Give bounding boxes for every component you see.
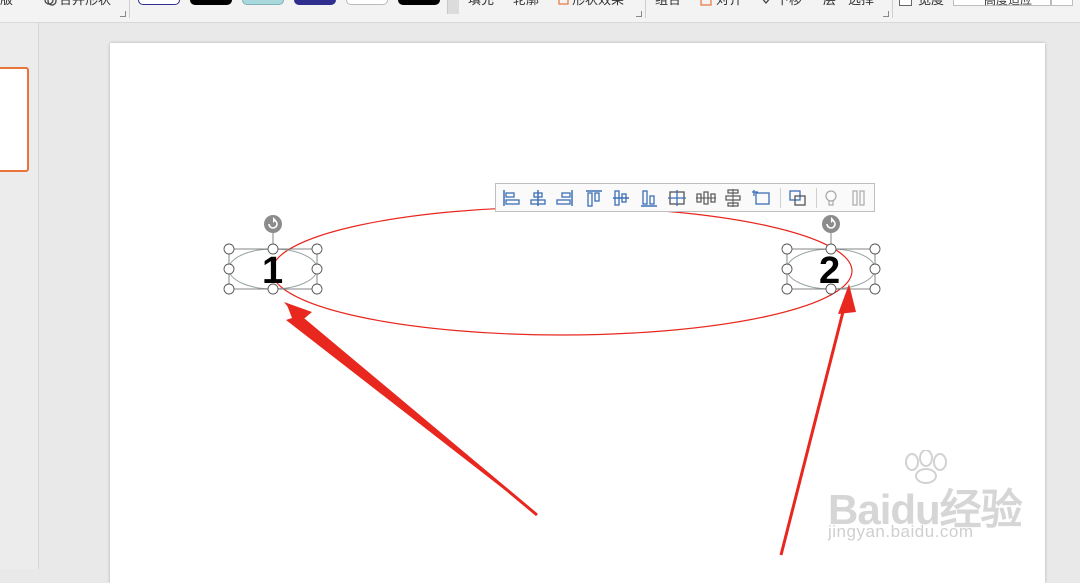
align-bottom-icon[interactable]	[637, 187, 661, 209]
align-left-icon[interactable]	[499, 187, 523, 209]
toolbar-divider	[816, 188, 817, 208]
shape-2-rotate-handle[interactable]	[822, 215, 840, 233]
align-to-slide-icon[interactable]	[750, 187, 774, 209]
align-middle-icon[interactable]	[609, 187, 633, 209]
bulb-icon[interactable]	[819, 187, 843, 209]
floating-align-toolbar	[495, 183, 875, 212]
align-top-icon[interactable]	[582, 187, 606, 209]
distribute-vertical-icon[interactable]	[721, 187, 745, 209]
collapse-icon[interactable]	[847, 187, 871, 209]
toolbar-divider	[780, 188, 781, 208]
shape-1-rotate-handle[interactable]	[264, 215, 282, 233]
watermark-url: jingyan.baidu.com	[828, 522, 974, 541]
baidu-watermark: Baidu经验 jingyan.baidu.com	[828, 450, 1028, 550]
shape-1-label: 1	[262, 250, 284, 292]
shape-2-label: 2	[819, 250, 841, 292]
group-icon[interactable]	[786, 187, 810, 209]
distribute-horizontal-icon[interactable]	[694, 187, 718, 209]
annotation-ellipse	[271, 206, 853, 336]
align-right-icon[interactable]	[553, 187, 577, 209]
distribute-center-icon[interactable]	[665, 187, 689, 209]
align-center-icon[interactable]	[526, 187, 550, 209]
